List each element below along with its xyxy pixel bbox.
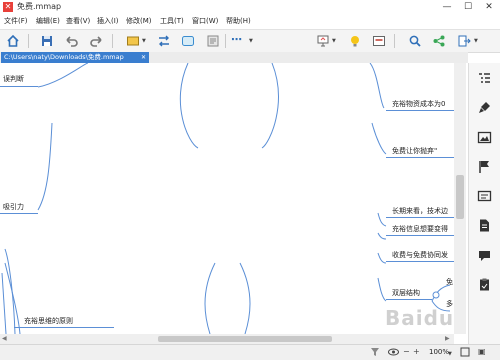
watermark: Baidu [385,306,454,330]
minimize-button[interactable]: — [437,0,457,14]
toolbar-separator [28,34,29,48]
topic-node[interactable]: 吸引力 [3,202,24,212]
topic-underline [386,235,454,236]
boundary-icon[interactable] [181,34,195,48]
topic-underline [386,110,454,111]
scroll-right-icon[interactable]: ▶ [445,335,450,342]
menu-tools[interactable]: 工具(T) [160,14,184,28]
close-button[interactable]: ✕ [479,0,499,14]
window-title: 免费.mmap [17,2,62,11]
topic-underline [0,86,38,87]
format-brush-icon[interactable] [477,100,492,115]
dock-panel-icon[interactable]: ▣ [478,346,486,358]
horizontal-scrollbar[interactable]: ◀ ▶ [0,334,454,344]
zoom-level[interactable]: 100% [429,346,449,359]
menu-file[interactable]: 文件(F) [4,14,28,28]
status-bar: − + 100% ▼ ▣ [0,344,500,360]
menu-view[interactable]: 查看(V) [66,14,90,28]
menu-window[interactable]: 窗口(W) [192,14,218,28]
undo-icon[interactable] [65,34,79,48]
toolbar-separator [225,34,226,48]
fit-window-icon[interactable] [460,347,470,357]
topic-node[interactable]: 长期来看，技术边 [392,206,448,216]
app-logo-icon: ✕ [3,2,13,12]
menu-modify[interactable]: 修改(M) [126,14,152,28]
zoom-in-button[interactable]: + [413,346,420,358]
vertical-scroll-thumb[interactable] [456,175,464,219]
topic-underline [0,213,38,214]
idea-bulb-icon[interactable] [348,34,362,48]
scroll-left-icon[interactable]: ◀ [2,335,7,342]
menu-bar: 文件(F) 编辑(E) 查看(V) 插入(I) 修改(M) 工具(T) 窗口(W… [0,14,500,28]
document-tab-path: C:\Users\naty\Downloads\免费.mmap [4,53,124,61]
chevron-down-icon[interactable]: ▼ [249,38,253,44]
vertical-scrollbar[interactable] [454,63,466,334]
toolbar-separator [394,34,395,48]
maximize-button[interactable]: ☐ [458,0,478,14]
topic-node[interactable]: 充裕思维的原则 [24,316,73,326]
save-icon[interactable] [40,34,54,48]
chevron-down-icon[interactable]: ▼ [332,38,336,44]
presentation-icon[interactable] [316,34,330,48]
tab-close-icon[interactable]: ✕ [141,52,146,63]
document-icon[interactable] [477,218,492,233]
topic-node[interactable]: 免费让你抛弃" [392,146,437,156]
branch-connectors [1,63,451,334]
task-clipboard-icon[interactable] [477,277,492,292]
redo-icon[interactable] [89,34,103,48]
topic-underline [386,299,432,300]
topic-node[interactable]: 充裕信息想要变得 [392,224,448,234]
outline-icon[interactable] [477,71,492,86]
topic-node[interactable]: 双层结构 [392,288,420,298]
comment-icon[interactable] [477,248,492,263]
topic-underline [386,157,454,158]
topic-node[interactable]: 充裕物资成本为0 [392,99,445,109]
document-tab-bar: C:\Users\naty\Downloads\免费.mmap ✕ [0,52,468,63]
topic-underline [14,327,114,328]
menu-insert[interactable]: 插入(I) [97,14,119,28]
toolbar-separator [112,34,113,48]
chevron-down-icon[interactable]: ▼ [448,351,452,357]
topic-node[interactable]: 免 [446,277,453,287]
topic-node[interactable]: 误判断 [3,74,24,84]
menu-edit[interactable]: 编辑(E) [36,14,60,28]
mindmap-canvas[interactable]: 误判断 吸引力 充裕思维的原则 充裕物资成本为0 免费让你抛弃" 长期来看，技术… [0,63,454,334]
chevron-down-icon[interactable]: ▼ [474,38,478,44]
chevron-down-icon[interactable]: ▼ [142,38,146,44]
topic-underline [386,261,454,262]
topic-style-icon[interactable] [126,34,140,48]
title-bar: ✕ 免费.mmap — ☐ ✕ [0,0,500,14]
filter-icon[interactable] [370,347,380,357]
image-icon[interactable] [477,130,492,145]
search-icon[interactable] [408,34,422,48]
more-icon[interactable]: ⋯ [231,33,242,46]
slide-icon[interactable] [372,34,386,48]
topic-node[interactable]: 收费与免费协同发 [392,250,448,260]
document-tab[interactable]: C:\Users\naty\Downloads\免费.mmap ✕ [1,52,149,63]
side-panel [468,63,500,344]
topic-underline [386,217,454,218]
horizontal-scroll-thumb[interactable] [158,336,332,342]
zoom-out-button[interactable]: − [403,346,410,358]
notes-icon[interactable] [206,34,220,48]
slides-icon[interactable] [477,189,492,204]
toolbar: ▼ ⋯ ▼ ▼ ▼ [0,29,500,53]
menu-help[interactable]: 帮助(H) [226,14,251,28]
export-icon[interactable] [457,34,471,48]
flag-icon[interactable] [477,159,492,174]
relationship-icon[interactable] [157,34,171,48]
eye-icon[interactable] [388,347,399,357]
home-icon[interactable] [6,34,20,48]
share-icon[interactable] [432,34,446,48]
